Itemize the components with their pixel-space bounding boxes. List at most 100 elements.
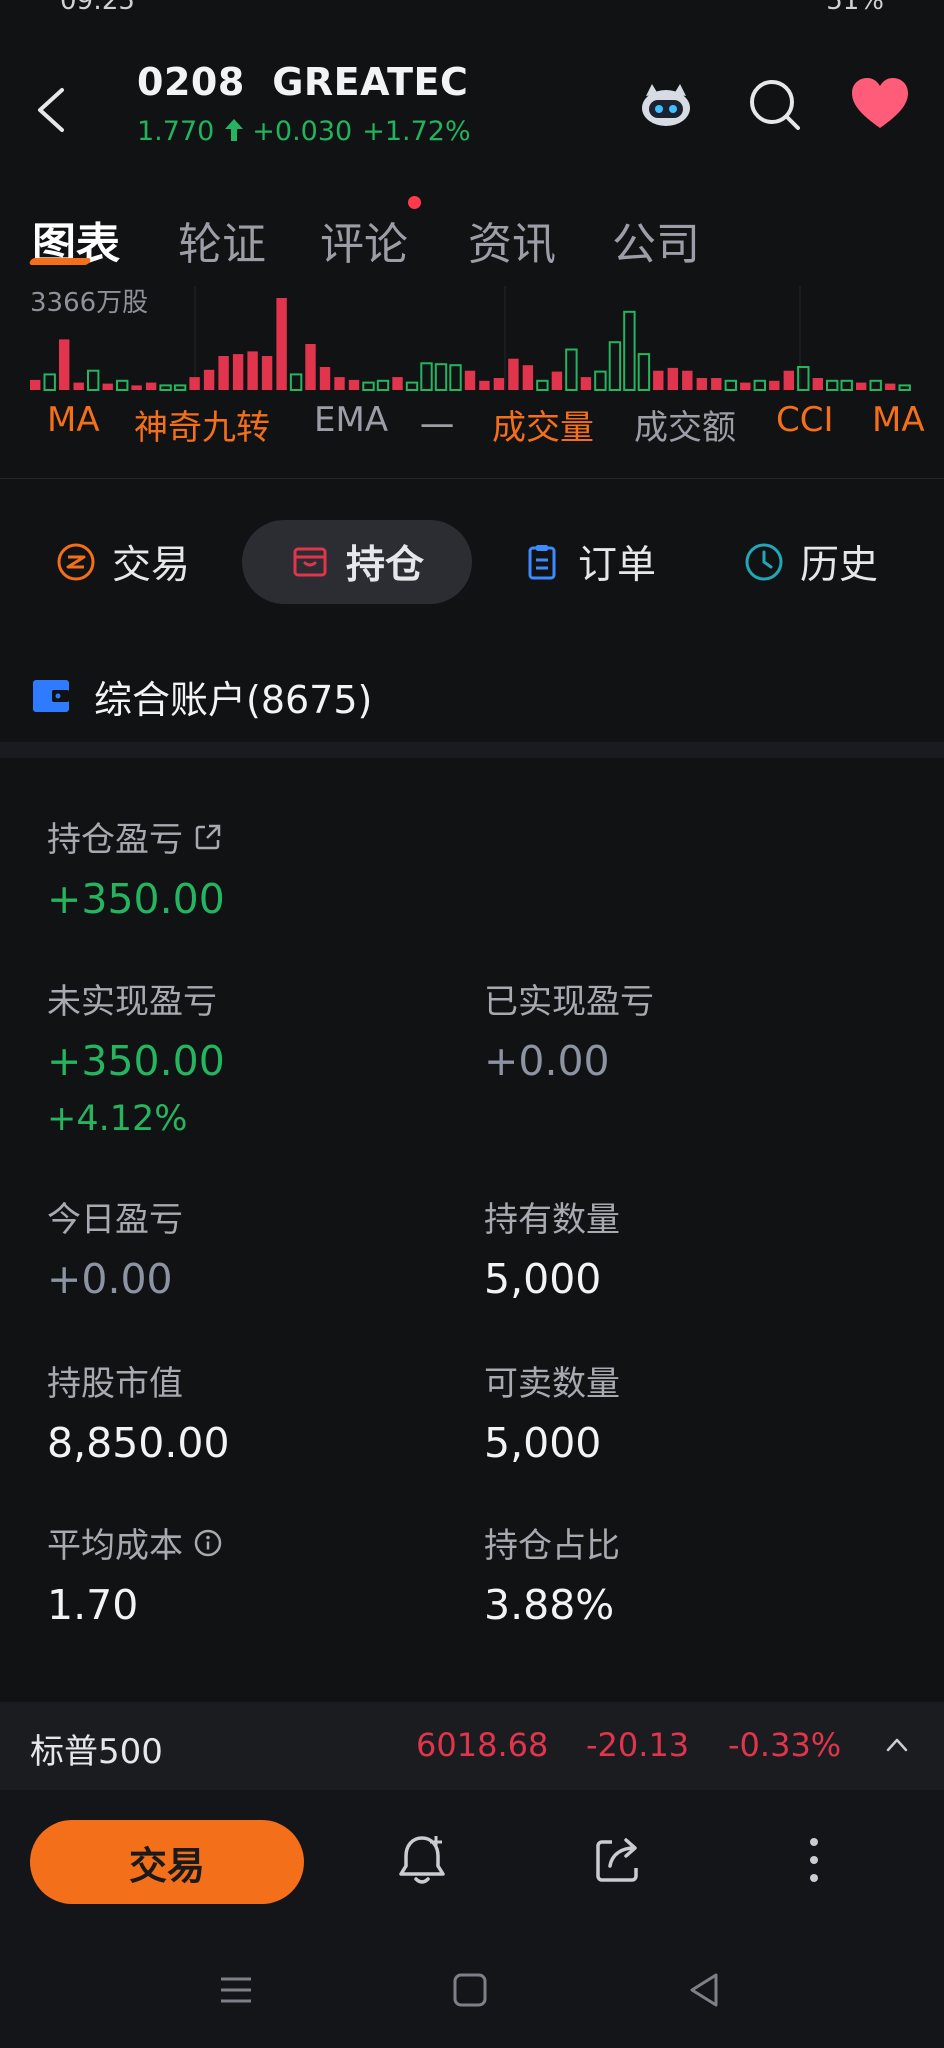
indicator-volume[interactable]: 成交量 bbox=[492, 400, 594, 449]
stock-header: 0208 GREATEC 1.770 +0.030 +1.72% bbox=[0, 40, 944, 160]
system-navigation-bar bbox=[0, 1930, 944, 2048]
section-divider bbox=[0, 478, 944, 479]
quantity-value: 5,000 bbox=[484, 1255, 602, 1303]
bottom-action-bar: 交易 bbox=[0, 1790, 944, 1930]
robot-assistant-icon[interactable] bbox=[636, 74, 696, 134]
volume-bar bbox=[420, 362, 433, 392]
subtab-trade[interactable]: 交易 bbox=[56, 520, 190, 604]
volume-bar bbox=[232, 354, 244, 390]
index-name: 标普500 bbox=[30, 1732, 163, 1772]
volume-bar bbox=[667, 367, 678, 390]
subtab-orders[interactable]: 订单 bbox=[522, 520, 656, 604]
account-divider bbox=[0, 742, 944, 758]
volume-bar bbox=[711, 378, 722, 390]
position-box-icon bbox=[293, 547, 327, 577]
volume-bar bbox=[522, 365, 534, 390]
indicator-more[interactable]: 一 bbox=[420, 400, 454, 449]
volume-bar bbox=[30, 379, 41, 390]
today-pnl-value: +0.00 bbox=[47, 1255, 173, 1303]
volume-bar bbox=[637, 353, 651, 391]
volume-bar bbox=[840, 379, 853, 392]
volume-bar bbox=[696, 378, 707, 390]
subtab-orders-label: 订单 bbox=[578, 543, 657, 588]
volume-bar bbox=[493, 378, 505, 390]
metric-position-pnl: 持仓盈亏 +350.00 bbox=[47, 812, 225, 923]
chevron-up-icon[interactable] bbox=[884, 1732, 910, 1758]
position-ratio-label: 持仓占比 bbox=[484, 1526, 620, 1566]
trade-icon bbox=[57, 543, 95, 581]
metric-unrealized-pnl: 未实现盈亏 +350.00 +4.12% bbox=[47, 974, 225, 1139]
volume-bar bbox=[551, 371, 563, 390]
favorite-heart-icon[interactable] bbox=[850, 74, 910, 134]
info-icon[interactable] bbox=[193, 1528, 223, 1558]
more-vertical-icon[interactable] bbox=[784, 1830, 844, 1890]
search-icon[interactable] bbox=[744, 74, 804, 134]
main-tabs: 图表 轮证 评论 资讯 公司 bbox=[0, 200, 944, 270]
home-icon[interactable] bbox=[450, 1970, 490, 2010]
volume-bar bbox=[102, 383, 113, 390]
subtab-position[interactable]: 持仓 bbox=[242, 520, 473, 604]
indicator-cci[interactable]: CCI bbox=[776, 400, 834, 440]
tab-company[interactable]: 公司 bbox=[612, 208, 700, 272]
volume-bar bbox=[145, 382, 157, 390]
sellable-label: 可卖数量 bbox=[484, 1364, 620, 1404]
index-ticker-bar[interactable]: 标普500 6018.68 -20.13 -0.33% bbox=[0, 1702, 944, 1790]
position-pnl-value: +350.00 bbox=[47, 875, 225, 923]
volume-bar bbox=[753, 379, 766, 392]
volume-bar bbox=[856, 382, 867, 390]
volume-bar bbox=[536, 379, 549, 392]
index-change: -20.13 bbox=[586, 1726, 690, 1764]
volume-bar bbox=[608, 341, 622, 391]
subtab-history-label: 历史 bbox=[800, 543, 879, 588]
volume-bar bbox=[826, 379, 839, 392]
realized-pnl-label: 已实现盈亏 bbox=[484, 982, 654, 1022]
indicator-ema[interactable]: EMA bbox=[314, 400, 388, 440]
stock-change-pct: +1.72% bbox=[362, 116, 471, 147]
tab-news[interactable]: 资讯 bbox=[468, 208, 556, 272]
volume-bar bbox=[173, 384, 187, 392]
metric-avg-cost: 平均成本 1.70 bbox=[47, 1518, 223, 1629]
volume-bar bbox=[565, 348, 578, 391]
volume-bar bbox=[376, 379, 390, 392]
trade-button[interactable]: 交易 bbox=[30, 1820, 304, 1904]
volume-bar bbox=[769, 380, 780, 390]
account-selector[interactable]: 综合账户(8675) bbox=[32, 668, 372, 724]
volume-chart[interactable]: 3366万股 bbox=[0, 286, 944, 396]
volume-bar bbox=[247, 351, 258, 390]
share-external-icon[interactable] bbox=[193, 822, 223, 852]
tab-comments[interactable]: 评论 bbox=[320, 208, 408, 272]
back-triangle-icon[interactable] bbox=[684, 1970, 724, 2010]
price-alert-bell-icon[interactable] bbox=[392, 1830, 452, 1890]
subtab-history[interactable]: 历史 bbox=[744, 520, 878, 604]
volume-bar bbox=[289, 373, 303, 392]
volume-bar bbox=[594, 370, 607, 391]
subtab-trade-label: 交易 bbox=[112, 543, 191, 588]
back-arrow-icon[interactable] bbox=[30, 80, 70, 140]
tab-active-indicator bbox=[28, 258, 92, 265]
volume-bar bbox=[305, 344, 316, 390]
volume-bar bbox=[159, 384, 172, 392]
subtab-position-label: 持仓 bbox=[346, 543, 425, 588]
index-change-pct: -0.33% bbox=[728, 1726, 842, 1764]
indicator-ma[interactable]: MA bbox=[47, 400, 100, 440]
status-time: 09:25 bbox=[60, 0, 135, 16]
volume-bar bbox=[334, 377, 345, 390]
indicator-td9[interactable]: 神奇九转 bbox=[134, 400, 270, 449]
recent-apps-icon[interactable] bbox=[216, 1970, 256, 2010]
volume-bar bbox=[885, 383, 896, 390]
stock-quote: 1.770 +0.030 +1.72% bbox=[137, 116, 481, 147]
stock-price: 1.770 bbox=[137, 116, 215, 147]
volume-bar bbox=[869, 379, 882, 392]
metric-quantity: 持有数量 5,000 bbox=[484, 1192, 620, 1303]
stock-change: +0.030 bbox=[252, 116, 353, 147]
indicator-selector: MA 神奇九转 EMA 一 成交量 成交额 CCI MA bbox=[0, 400, 944, 450]
share-icon[interactable] bbox=[588, 1830, 648, 1890]
indicator-ma-2[interactable]: MA bbox=[872, 400, 925, 440]
indicator-turnover[interactable]: 成交额 bbox=[634, 400, 736, 449]
volume-bar bbox=[740, 382, 751, 390]
volume-bar bbox=[623, 310, 636, 391]
tab-warrants[interactable]: 轮证 bbox=[178, 208, 266, 272]
unrealized-pnl-pct: +4.12% bbox=[47, 1099, 188, 1139]
wallet-icon bbox=[33, 680, 69, 712]
market-value-label: 持股市值 bbox=[47, 1364, 183, 1404]
